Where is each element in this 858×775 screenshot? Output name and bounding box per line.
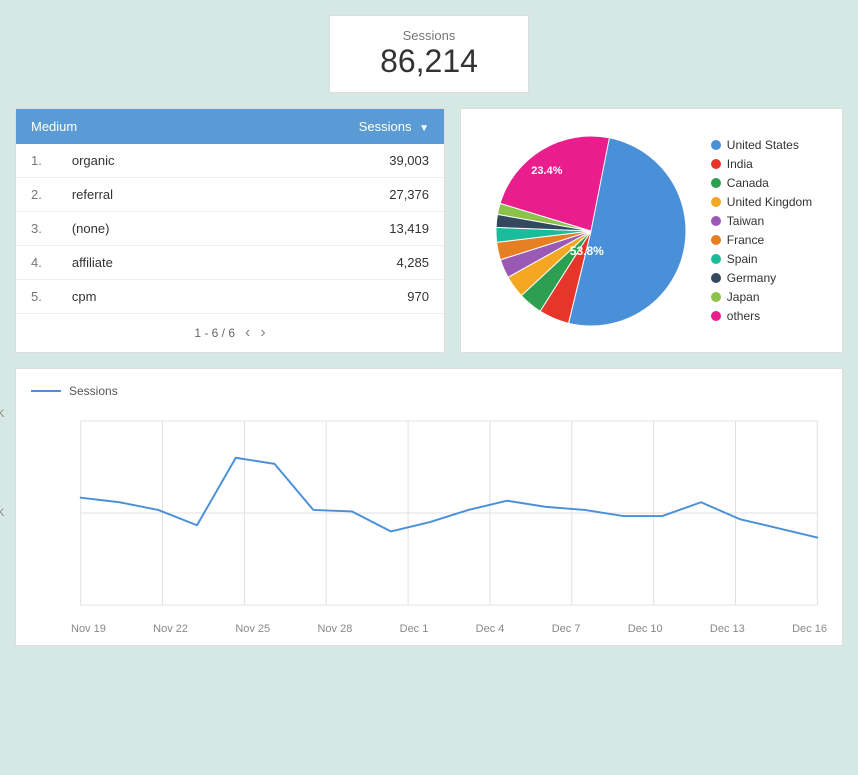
x-axis-label: Nov 25 (235, 623, 270, 635)
legend-dot (711, 254, 721, 264)
legend-label: Germany (727, 271, 776, 285)
row-medium: referral (57, 178, 220, 212)
table-row: 5. cpm 970 (16, 280, 444, 314)
legend-dot (711, 311, 721, 321)
table-pagination: 1 - 6 / 6 ‹ › (16, 314, 444, 352)
prev-page-button[interactable]: ‹ (245, 324, 250, 342)
sessions-value: 86,214 (350, 43, 508, 80)
medium-table-container: Medium Sessions ▼ 1. organic 39,003 2. r… (15, 108, 445, 353)
pie-chart-container: 53.8% 23.4% United States India Canada U… (460, 108, 843, 353)
row-sessions: 970 (219, 280, 444, 314)
chart-area (71, 408, 827, 618)
legend-dot (711, 178, 721, 188)
legend-item: Germany (711, 271, 812, 285)
legend-label: India (727, 157, 753, 171)
line-chart-svg (71, 408, 827, 618)
legend-item: others (711, 309, 812, 323)
legend-item: India (711, 157, 812, 171)
row-medium: organic (57, 144, 220, 178)
row-sessions: 27,376 (219, 178, 444, 212)
legend-item: Spain (711, 252, 812, 266)
row-rank: 5. (16, 280, 57, 314)
row-sessions: 13,419 (219, 212, 444, 246)
pagination-text: 1 - 6 / 6 (194, 326, 235, 340)
row-rank: 3. (16, 212, 57, 246)
legend-dot (711, 140, 721, 150)
table-row: 1. organic 39,003 (16, 144, 444, 178)
table-row: 3. (none) 13,419 (16, 212, 444, 246)
y-label-0: 0 (0, 606, 4, 618)
sessions-col-header: Sessions ▼ (219, 109, 444, 144)
x-axis-labels: Nov 19 Nov 22 Nov 25 Nov 28 Dec 1 Dec 4 Dec 7 D… (71, 623, 827, 635)
line-legend-bar (31, 390, 61, 392)
line-chart-container: Sessions 6K 3K 0 Nov 19Nov 22Nov 25Nov 2… (15, 368, 843, 646)
row-medium: (none) (57, 212, 220, 246)
y-label-6k: 6K (0, 408, 4, 420)
row-medium: affiliate (57, 246, 220, 280)
x-axis-label: Dec 16 (792, 623, 827, 635)
legend-label: France (727, 233, 764, 247)
y-label-3k: 3K (0, 507, 4, 519)
x-axis-label: Dec 4 (476, 623, 505, 635)
pie-chart-wrap: 53.8% 23.4% (491, 131, 691, 331)
legend-item: Canada (711, 176, 812, 190)
x-axis-label: Dec 13 (710, 623, 745, 635)
legend-label: Spain (727, 252, 758, 266)
legend-label: Canada (727, 176, 769, 190)
x-axis-label: Nov 28 (317, 623, 352, 635)
legend-item: United States (711, 138, 812, 152)
row-sessions: 4,285 (219, 246, 444, 280)
x-axis-label: Nov 19 (71, 623, 106, 635)
x-axis-label: Dec 1 (400, 623, 429, 635)
legend-dot (711, 273, 721, 283)
line-chart-title: Sessions (69, 384, 118, 398)
table-row: 2. referral 27,376 (16, 178, 444, 212)
pie-legend: United States India Canada United Kingdo… (711, 138, 812, 323)
legend-item: France (711, 233, 812, 247)
x-axis-label: Nov 22 (153, 623, 188, 635)
row-rank: 2. (16, 178, 57, 212)
x-axis-label: Dec 7 (552, 623, 581, 635)
legend-label: United Kingdom (727, 195, 812, 209)
next-page-button[interactable]: › (260, 324, 265, 342)
legend-dot (711, 197, 721, 207)
sessions-label: Sessions (350, 28, 508, 43)
y-axis-labels: 6K 3K 0 (0, 408, 4, 618)
row-rank: 4. (16, 246, 57, 280)
legend-item: Japan (711, 290, 812, 304)
sort-arrow-icon: ▼ (419, 123, 429, 134)
line-chart-header: Sessions (31, 384, 827, 398)
row-sessions: 39,003 (219, 144, 444, 178)
x-axis-label: Dec 10 (628, 623, 663, 635)
legend-dot (711, 216, 721, 226)
top-row: Medium Sessions ▼ 1. organic 39,003 2. r… (15, 108, 843, 353)
legend-label: United States (727, 138, 799, 152)
legend-item: United Kingdom (711, 195, 812, 209)
medium-table: Medium Sessions ▼ 1. organic 39,003 2. r… (16, 109, 444, 314)
legend-label: Taiwan (727, 214, 764, 228)
row-medium: cpm (57, 280, 220, 314)
row-rank: 1. (16, 144, 57, 178)
legend-label: Japan (727, 290, 760, 304)
pie-svg (491, 131, 691, 331)
table-row: 4. affiliate 4,285 (16, 246, 444, 280)
sessions-box: Sessions 86,214 (329, 15, 529, 93)
legend-dot (711, 159, 721, 169)
legend-dot (711, 292, 721, 302)
legend-item: Taiwan (711, 214, 812, 228)
medium-col-header: Medium (16, 109, 219, 144)
legend-label: others (727, 309, 760, 323)
legend-dot (711, 235, 721, 245)
